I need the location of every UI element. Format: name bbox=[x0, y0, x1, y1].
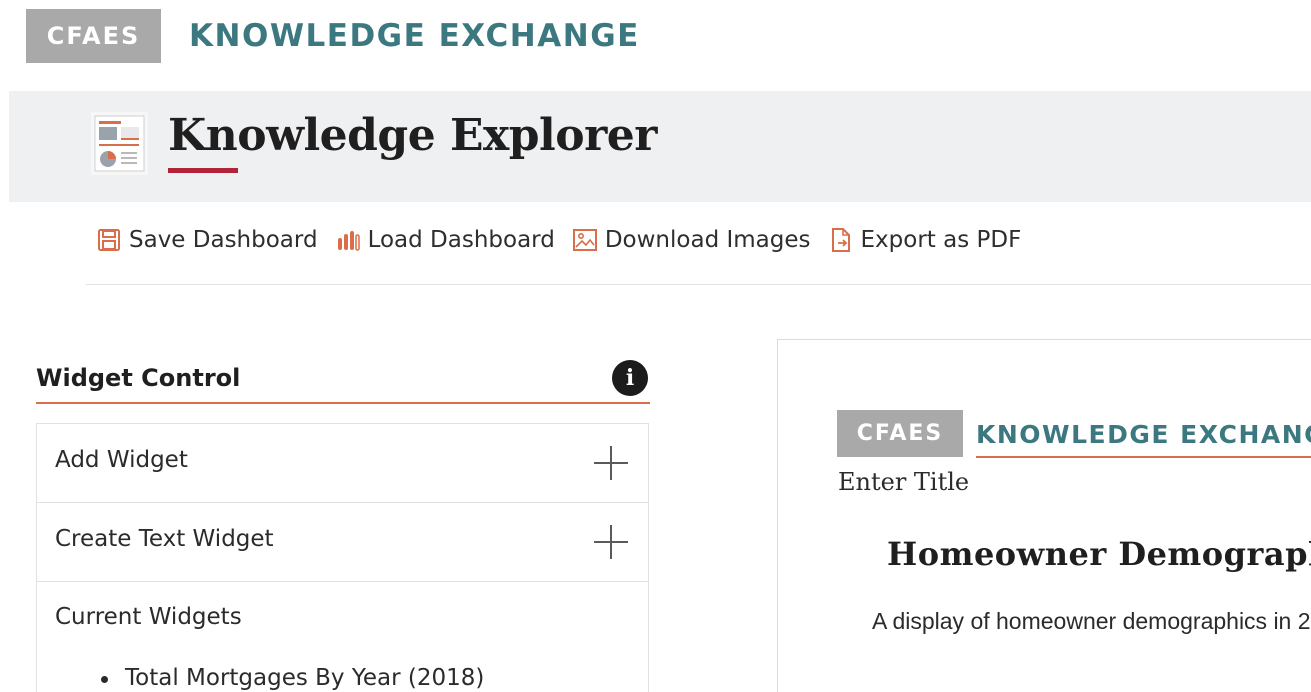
widget-description: A display of homeowner demographics in 2… bbox=[872, 608, 1311, 634]
create-text-widget-button[interactable]: Create Text Widget bbox=[37, 503, 648, 582]
save-dashboard-button[interactable]: Save Dashboard bbox=[96, 226, 318, 254]
save-dashboard-label: Save Dashboard bbox=[129, 227, 318, 253]
preview-brand-underline bbox=[976, 456, 1311, 458]
page-title: Knowledge Explorer bbox=[168, 110, 657, 161]
title-underline bbox=[168, 168, 238, 173]
dashboard-toolbar: Save Dashboard Load Dashboard Download I… bbox=[96, 223, 1038, 257]
widget-control-header: Widget Control i bbox=[36, 356, 650, 404]
widget-control-title: Widget Control bbox=[36, 364, 241, 392]
load-dashboard-label: Load Dashboard bbox=[367, 227, 555, 253]
dashboard-preview: CFAES KNOWLEDGE EXCHANGE Enter Title Hom… bbox=[777, 339, 1311, 692]
bar-chart-icon bbox=[337, 231, 360, 251]
knowledge-explorer-logo-icon bbox=[91, 112, 148, 175]
export-pdf-label: Export as PDF bbox=[860, 227, 1022, 253]
create-text-widget-label: Create Text Widget bbox=[55, 526, 274, 552]
plus-icon bbox=[592, 523, 630, 561]
current-widget-item[interactable]: Total Mortgages By Year (2018) bbox=[125, 665, 484, 691]
toolbar-divider bbox=[86, 284, 1311, 285]
widget-heading: Homeowner Demographics bbox=[887, 535, 1311, 573]
pdf-export-icon bbox=[831, 228, 850, 252]
preview-cfaes-badge: CFAES bbox=[837, 410, 963, 457]
enter-title-field[interactable]: Enter Title bbox=[838, 468, 969, 496]
add-widget-label: Add Widget bbox=[55, 447, 188, 473]
brand-title[interactable]: KNOWLEDGE EXCHANGE bbox=[189, 18, 640, 54]
current-widgets-label: Current Widgets bbox=[55, 604, 242, 630]
export-pdf-button[interactable]: Export as PDF bbox=[828, 226, 1022, 254]
preview-brand-title: KNOWLEDGE EXCHANGE bbox=[976, 420, 1311, 449]
info-icon[interactable]: i bbox=[612, 360, 648, 396]
download-images-label: Download Images bbox=[604, 227, 811, 253]
brand-header: CFAES KNOWLEDGE EXCHANGE bbox=[26, 9, 640, 63]
plus-icon bbox=[592, 444, 630, 482]
add-widget-button[interactable]: Add Widget bbox=[37, 424, 648, 503]
widget-control-list: Add Widget Create Text Widget Current Wi… bbox=[36, 423, 649, 692]
page-header: Knowledge Explorer bbox=[9, 91, 1311, 202]
image-icon bbox=[572, 229, 597, 251]
cfaes-badge[interactable]: CFAES bbox=[26, 9, 161, 63]
save-icon bbox=[98, 229, 120, 251]
load-dashboard-button[interactable]: Load Dashboard bbox=[335, 226, 555, 254]
download-images-button[interactable]: Download Images bbox=[572, 226, 811, 254]
list-bullet bbox=[101, 676, 108, 683]
